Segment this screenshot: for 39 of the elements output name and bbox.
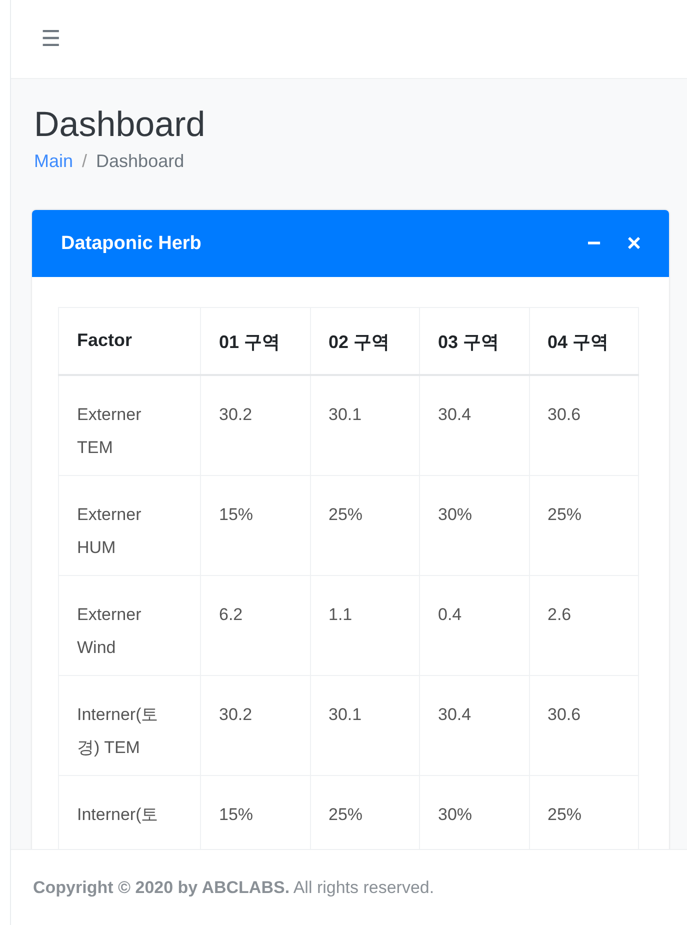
card-title: Dataponic Herb [61, 232, 202, 254]
column-header: Factor [77, 330, 132, 350]
table-cell: Interner(토경) TEM [77, 705, 158, 757]
table-cell: 6.2 [219, 605, 243, 624]
column-header: 02 구역 [328, 332, 390, 352]
collapse-button[interactable]: − [580, 230, 607, 258]
menu-icon[interactable]: ☰ [41, 26, 61, 52]
table-cell: 30.1 [328, 405, 362, 424]
breadcrumb-separator: / [82, 151, 88, 172]
table-cell: 25% [548, 805, 582, 824]
table-cell: 30.2 [219, 705, 252, 724]
breadcrumb-link[interactable]: Main [34, 151, 74, 172]
table-cell: 30.2 [219, 405, 252, 424]
table-cell: Interner(토 [77, 805, 158, 824]
table-cell: 0.4 [438, 605, 462, 624]
table-cell: 30.6 [548, 405, 581, 424]
column-header: 03 구역 [438, 332, 500, 352]
close-button[interactable]: × [620, 230, 647, 258]
table-cell: Externer Wind [77, 605, 142, 657]
table-cell: 30.1 [328, 705, 362, 724]
table-cell: 15% [219, 805, 254, 824]
table-cell: Externer TEM [77, 405, 142, 457]
table-cell: 25% [328, 505, 363, 524]
table-cell: 30.6 [548, 705, 581, 724]
breadcrumb-text: Dashboard [96, 151, 184, 172]
page-title: Dashboard [34, 105, 206, 145]
table-cell: 30% [438, 505, 472, 524]
table-cell: 2.6 [548, 605, 572, 624]
table-cell: 30.4 [438, 405, 472, 424]
table-cell: 25% [328, 805, 363, 824]
table-cell: 30% [438, 805, 472, 824]
table-cell: 25% [548, 505, 582, 524]
column-header: 04 구역 [548, 332, 609, 352]
table-cell: Externer HUM [77, 505, 142, 557]
table-cell: 30.4 [438, 705, 472, 724]
table-cell: 15% [219, 505, 254, 524]
copyright-text: Copyright © 2020 by ABCLABS. All rights reserved. [33, 878, 434, 898]
column-header: 01 구역 [219, 332, 280, 352]
table-cell: 1.1 [328, 605, 352, 624]
